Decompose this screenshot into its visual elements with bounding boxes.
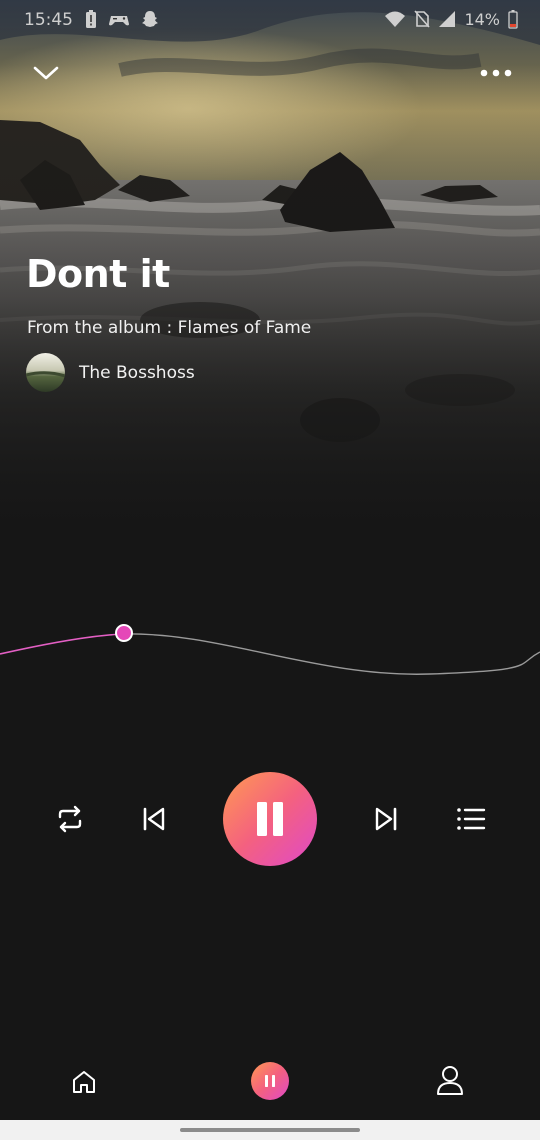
home-icon <box>73 1071 95 1093</box>
battery-alert-icon <box>86 10 96 28</box>
skip-next-icon <box>375 807 397 831</box>
repeat-icon <box>58 805 82 833</box>
queue-button[interactable] <box>449 797 493 841</box>
play-pause-button[interactable] <box>223 772 317 866</box>
status-system-icons: 14% <box>384 9 518 29</box>
gamepad-icon <box>109 16 129 26</box>
repeat-button[interactable] <box>48 797 92 841</box>
previous-track-button[interactable] <box>132 797 176 841</box>
song-title: Dont it <box>26 252 170 296</box>
more-horizontal-icon <box>480 69 512 77</box>
nav-home-button[interactable] <box>64 1062 104 1102</box>
more-options-button[interactable] <box>478 56 514 90</box>
status-notification-icons <box>84 9 160 29</box>
queue-list-icon <box>457 808 486 830</box>
artist-link[interactable]: The Bosshoss <box>26 353 195 392</box>
signal-icon <box>439 11 456 27</box>
battery-percent: 14% <box>464 9 500 29</box>
status-time: 15:45 <box>24 10 73 30</box>
seek-bar-thumb[interactable] <box>115 624 133 642</box>
seek-bar-played <box>0 633 126 655</box>
now-playing-pause-icon <box>265 1075 275 1087</box>
artist-avatar <box>26 353 65 392</box>
next-track-button[interactable] <box>364 797 408 841</box>
wifi-icon <box>385 11 406 27</box>
profile-icon <box>437 1066 463 1095</box>
chevron-down-icon <box>33 66 59 80</box>
battery-low-icon <box>508 10 518 29</box>
nav-now-playing-button[interactable] <box>251 1062 289 1100</box>
seek-bar-remaining <box>124 633 540 675</box>
gesture-handle[interactable] <box>180 1128 360 1132</box>
skip-previous-icon <box>143 807 165 831</box>
album-name: From the album : Flames of Fame <box>27 318 312 338</box>
collapse-player-button[interactable] <box>28 56 64 90</box>
seek-bar[interactable] <box>0 600 540 700</box>
album-art-hero: 15:45 14% Dont it From the album: Flame… <box>0 0 540 540</box>
no-sim-icon <box>414 10 431 28</box>
nav-profile-button[interactable] <box>430 1060 470 1100</box>
system-gesture-area <box>0 1120 540 1140</box>
snapchat-icon <box>142 11 158 27</box>
pause-icon <box>257 802 283 836</box>
artist-name: The Bosshoss <box>79 362 195 383</box>
status-bar: 15:45 14% <box>0 0 540 40</box>
